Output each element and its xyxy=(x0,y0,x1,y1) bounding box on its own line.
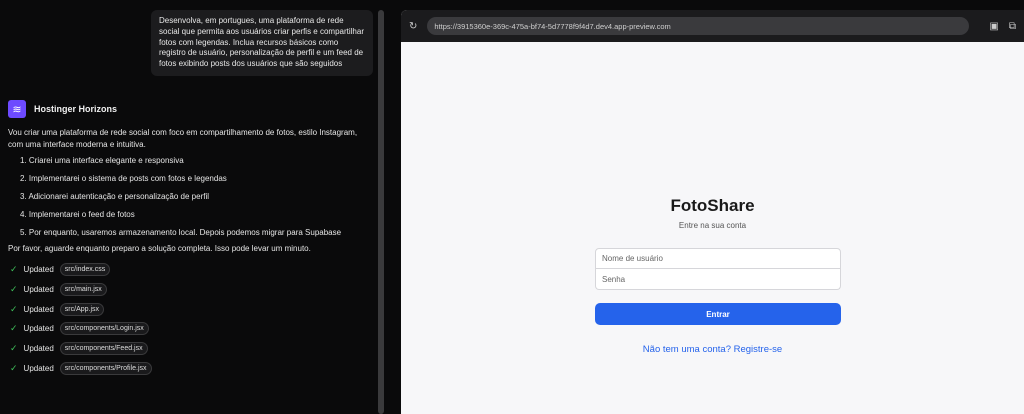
plan-list: 1. Criarei uma interface elegante e resp… xyxy=(20,155,341,245)
check-icon: ✓ xyxy=(10,264,18,274)
list-item: 1. Criarei uma interface elegante e resp… xyxy=(20,156,184,165)
update-item: ✓ Updated src/index.css xyxy=(10,263,111,276)
update-label: Updated xyxy=(23,324,54,334)
update-label: Updated xyxy=(23,344,54,354)
check-icon: ✓ xyxy=(10,323,18,334)
device-toggle-icon[interactable]: ▣ xyxy=(989,21,998,32)
list-item: 2. Implementarei o sistema de posts com … xyxy=(20,174,227,183)
scrollbar[interactable] xyxy=(378,10,384,414)
register-link[interactable]: Não tem uma conta? Registre-se xyxy=(401,344,1024,355)
update-label: Updated xyxy=(23,304,54,314)
update-item: ✓ Updated src/main.jsx xyxy=(10,282,107,296)
user-message: Desenvolva, em portugues, uma plataforma… xyxy=(151,10,373,76)
list-item: 5. Por enquanto, usaremos armazenamento … xyxy=(20,228,342,237)
url-bar[interactable]: https://3915360e-369c-475a-bf74-5d7778f9… xyxy=(427,17,970,35)
check-icon: ✓ xyxy=(10,303,18,314)
file-chip[interactable]: src/components/Login.jsx xyxy=(59,322,149,336)
update-item: ✓ Updated src/components/Login.jsx xyxy=(10,322,149,336)
file-chip[interactable]: src/components/Profile.jsx xyxy=(59,362,152,375)
file-chip[interactable]: src/main.jsx xyxy=(59,282,107,296)
update-label: Updated xyxy=(23,265,54,274)
agent-header: ≋ Hostinger Horizons xyxy=(8,100,117,118)
agent-intro: Vou criar uma plataforma de rede social … xyxy=(8,128,358,149)
reload-icon[interactable]: ↻ xyxy=(409,21,417,32)
update-item: ✓ Updated src/App.jsx xyxy=(10,302,105,316)
update-item: ✓ Updated src/components/Feed.jsx xyxy=(10,342,148,356)
wait-message: Por favor, aguarde enquanto preparo a so… xyxy=(8,244,311,253)
file-chip[interactable]: src/index.css xyxy=(59,263,111,276)
browser-toolbar: ↻ https://3915360e-369c-475a-bf74-5d7778… xyxy=(401,10,1024,42)
hostinger-logo-icon: ≋ xyxy=(8,100,26,118)
file-chip[interactable]: src/components/Feed.jsx xyxy=(59,342,148,356)
update-label: Updated xyxy=(23,284,54,294)
app-subtitle: Entre na sua conta xyxy=(678,221,747,230)
update-label: Updated xyxy=(23,364,54,373)
update-item: ✓ Updated src/components/Profile.jsx xyxy=(10,362,152,375)
open-external-icon[interactable]: ⧉ xyxy=(1009,21,1016,32)
password-input[interactable]: Senha xyxy=(595,269,841,290)
app-title: FotoShare xyxy=(670,196,755,215)
file-chip[interactable]: src/App.jsx xyxy=(59,302,105,316)
preview-browser: ↻ https://3915360e-369c-475a-bf74-5d7778… xyxy=(401,10,1024,414)
check-icon: ✓ xyxy=(10,343,18,354)
check-icon: ✓ xyxy=(10,283,18,294)
list-item: 3. Adicionarei autenticação e personaliz… xyxy=(20,192,210,201)
login-button[interactable]: Entrar xyxy=(595,303,841,325)
check-icon: ✓ xyxy=(10,363,18,373)
login-form: Nome de usuário Senha Entrar xyxy=(595,248,841,325)
chat-panel: Desenvolva, em portugues, uma plataforma… xyxy=(0,0,386,414)
list-item: 4. Implementarei o feed de fotos xyxy=(20,210,135,219)
username-input[interactable]: Nome de usuário xyxy=(595,248,841,269)
agent-name: Hostinger Horizons xyxy=(34,104,118,114)
